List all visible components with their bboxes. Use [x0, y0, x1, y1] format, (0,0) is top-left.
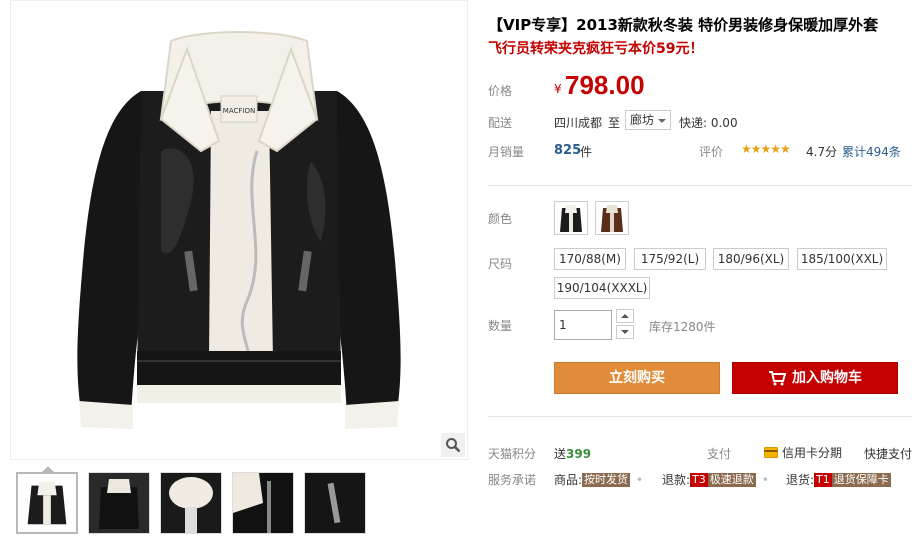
thumbnail-4[interactable] [232, 472, 294, 534]
credit-installment[interactable]: 信用卡分期 [764, 444, 842, 461]
points-number: 399 [566, 447, 592, 461]
sales-unit: 件 [580, 145, 593, 159]
size-option[interactable]: 175/92(L) [634, 248, 706, 270]
price-value: 798.00 [565, 70, 645, 100]
buy-now-button[interactable]: 立刻购买 [554, 362, 720, 394]
zoom-icon[interactable] [441, 433, 465, 457]
size-label: 尺码 [488, 257, 513, 271]
destination-select[interactable]: 廊坊 [625, 110, 671, 130]
size-option[interactable]: 185/100(XXL) [797, 248, 887, 270]
main-product-image[interactable]: MACFION [10, 0, 468, 460]
product-subtitle: 飞行员转荣夹克疯狂亏本价59元！ [488, 41, 704, 57]
cart-icon [769, 371, 786, 386]
price-label: 价格 [488, 84, 513, 98]
review-count-link[interactable]: 累计494条 [842, 143, 901, 160]
svg-text:MACFION: MACFION [223, 107, 255, 115]
chevron-up-icon [621, 314, 629, 318]
promise-goods-badge: 按时发货 [582, 472, 631, 487]
quick-pay[interactable]: 快捷支付 [864, 445, 912, 462]
currency-symbol: ¥ [554, 82, 562, 96]
thumbnail-strip [16, 466, 366, 534]
promise-refund-label: 退款: [662, 473, 691, 487]
chevron-down-icon [621, 330, 629, 334]
promise-refund[interactable]: 退款: T3 极速退款 • [662, 471, 775, 488]
separator-dot: • [636, 472, 644, 487]
divider [488, 416, 912, 417]
add-to-cart-label: 加入购物车 [792, 370, 862, 386]
thumbnail-3[interactable] [160, 472, 222, 534]
promise-goods-label: 商品: [554, 473, 583, 487]
refund-tag: T3 [690, 472, 708, 487]
separator-dot: • [761, 472, 769, 487]
thumbnail-5[interactable] [304, 472, 366, 534]
add-to-cart-button[interactable]: 加入购物车 [732, 362, 898, 394]
divider [488, 185, 912, 186]
points-label: 天猫积分 [488, 447, 537, 461]
product-gallery: MACFION [10, 0, 468, 540]
return-tag: T1 [814, 472, 832, 487]
quantity-label: 数量 [488, 319, 513, 333]
rating-stars-icon: ★★★★★ [741, 142, 791, 156]
rating-score: 4.7分 [806, 145, 838, 159]
jacket-image: MACFION [77, 31, 401, 429]
thumbnail-2[interactable] [88, 472, 150, 534]
size-option[interactable]: 190/104(XXXL) [554, 277, 650, 299]
chevron-down-icon [658, 119, 666, 123]
shipping-label: 配送 [488, 116, 513, 130]
product-title: 【VIP专享】2013新款秋冬装 特价男装修身保暖加厚外套 [488, 16, 879, 34]
credit-label: 信用卡分期 [782, 446, 843, 460]
product-info: 【VIP专享】2013新款秋冬装 特价男装修身保暖加厚外套 飞行员转荣夹克疯狂亏… [488, 0, 912, 540]
promise-label: 服务承诺 [488, 473, 537, 487]
sales-count: 825 [554, 143, 582, 158]
sales-label: 月销量 [488, 145, 525, 159]
size-option[interactable]: 170/88(M) [554, 248, 626, 270]
thumbnail-1[interactable] [16, 466, 78, 534]
promise-return-label: 退货: [786, 473, 815, 487]
points-prefix: 送 [554, 447, 567, 461]
points-value: 送399 [554, 445, 591, 462]
promise-return[interactable]: 退货: T1 退货保障卡 [786, 471, 891, 488]
color-label: 颜色 [488, 212, 513, 226]
credit-card-icon [764, 447, 778, 458]
quantity-input[interactable]: 1 [554, 310, 612, 340]
color-swatch-black[interactable] [554, 201, 588, 235]
rating-label: 评价 [699, 145, 724, 159]
quantity-up-button[interactable] [616, 309, 634, 323]
postage: 快递: 0.00 [679, 116, 738, 130]
ship-to-word: 至 [608, 116, 621, 130]
size-option[interactable]: 180/96(XL) [713, 248, 789, 270]
stock-count: 库存1280件 [649, 320, 716, 334]
payment-label: 支付 [707, 447, 732, 461]
quantity-down-button[interactable] [616, 325, 634, 339]
ship-from: 四川成都 [554, 116, 603, 130]
promise-goods[interactable]: 商品: 按时发货 • [554, 471, 649, 488]
promise-return-badge: 退货保障卡 [831, 472, 891, 487]
destination-value: 廊坊 [630, 113, 655, 127]
color-swatch-brown[interactable] [595, 201, 629, 235]
promise-refund-badge: 极速退款 [707, 472, 756, 487]
